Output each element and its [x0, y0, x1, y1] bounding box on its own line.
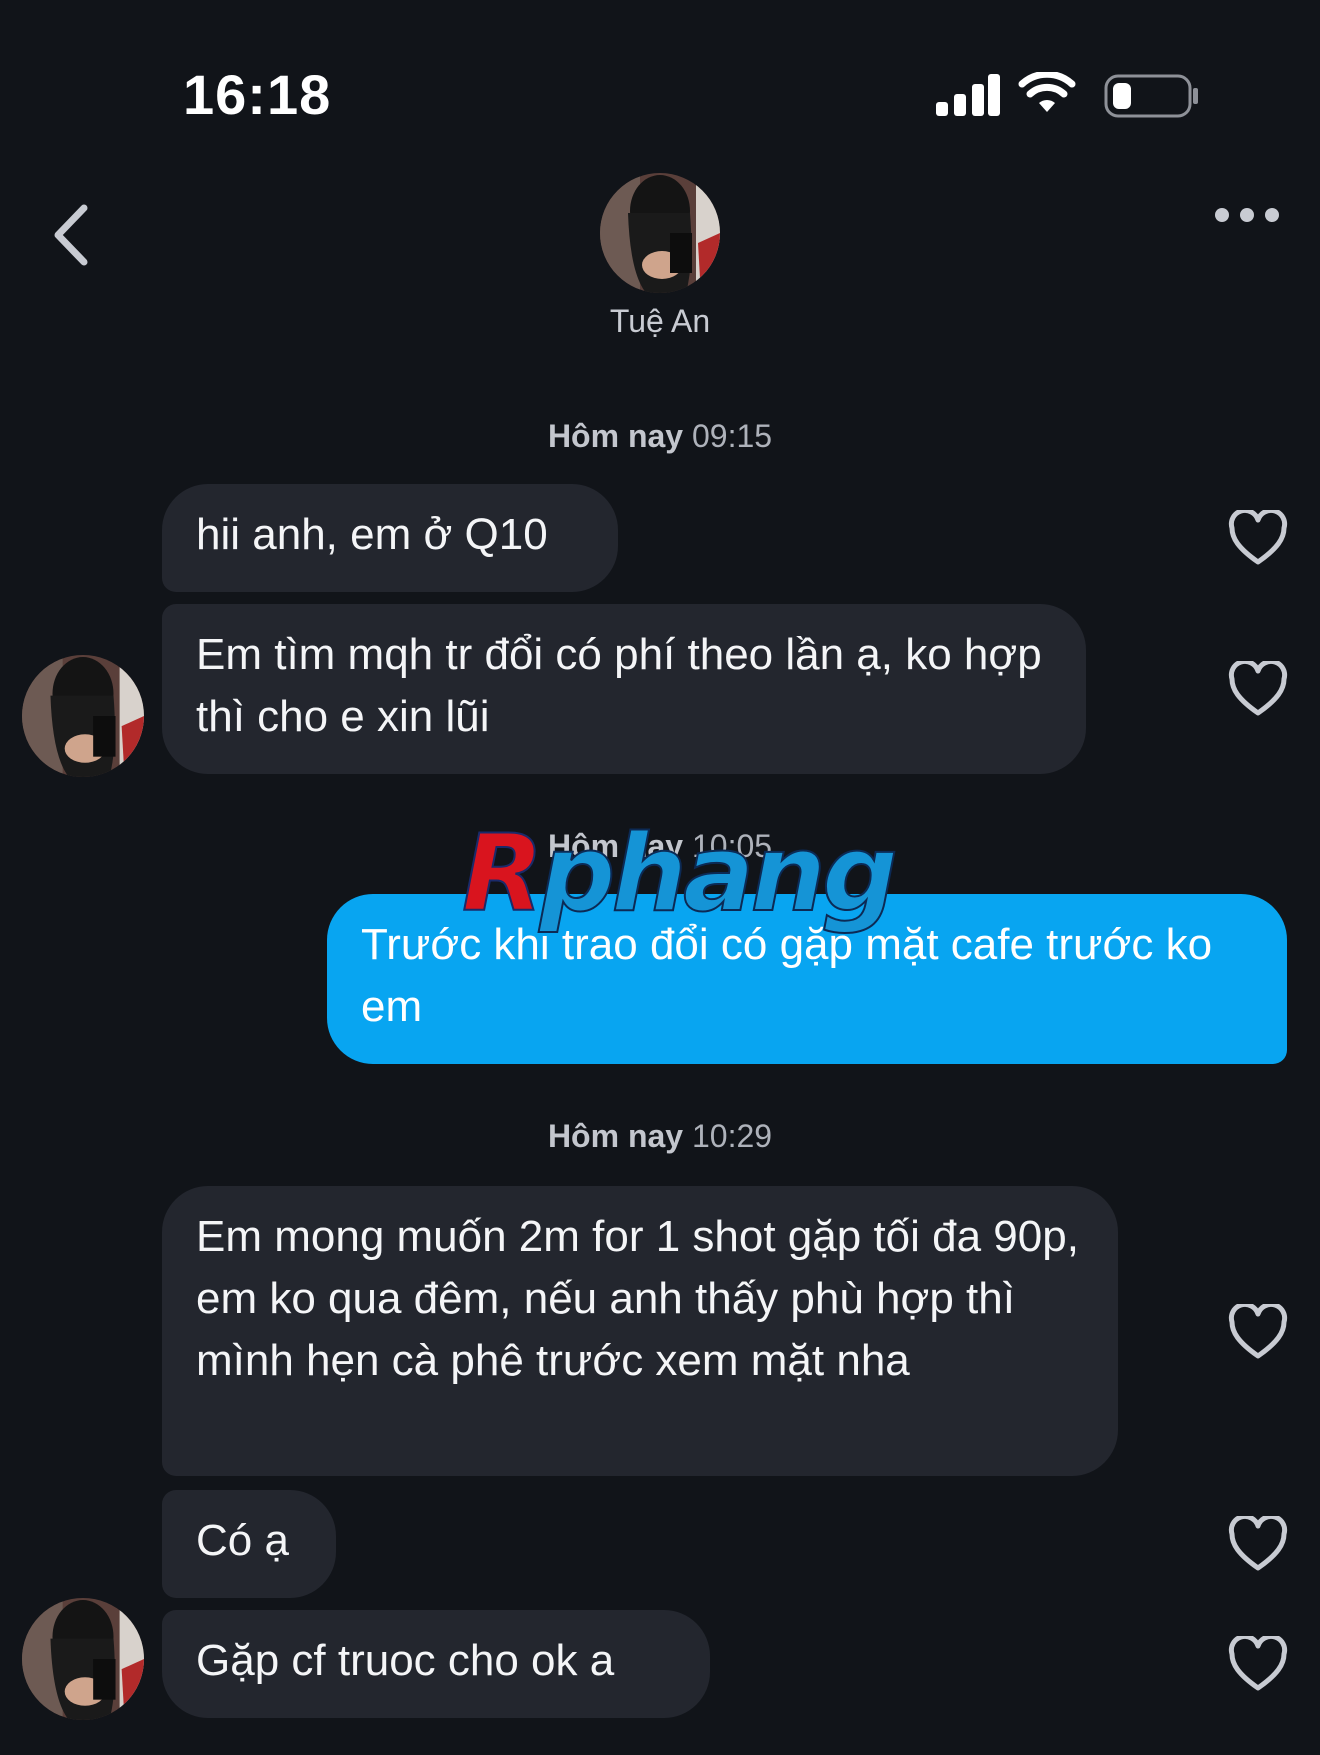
avatar-photo: [22, 1598, 144, 1720]
sender-avatar[interactable]: [22, 655, 144, 777]
like-button[interactable]: [1228, 1304, 1288, 1360]
like-button[interactable]: [1228, 661, 1288, 717]
avatar-photo: [600, 173, 720, 293]
timestamp: Hôm nay 09:15: [0, 418, 1320, 455]
status-time: 16:18: [183, 63, 332, 126]
message-text: Trước khi trao đổi có gặp mặt cafe trước…: [361, 920, 1213, 1031]
message-bubble-incoming[interactable]: Em mong muốn 2m for 1 shot gặp tối đa 90…: [162, 1186, 1118, 1476]
message-text: Em tìm mqh tr đổi có phí theo lần ạ, ko …: [196, 630, 1042, 741]
more-options-button[interactable]: [1212, 200, 1282, 230]
like-button[interactable]: [1228, 1636, 1288, 1692]
heart-outline-icon: [1228, 1304, 1288, 1359]
message-text: Có ạ: [196, 1516, 289, 1565]
sender-avatar[interactable]: [22, 1598, 144, 1720]
heart-outline-icon: [1228, 1636, 1288, 1691]
wifi-icon: [1018, 72, 1076, 112]
timestamp-day: Hôm nay: [547, 1118, 684, 1154]
message-text: Gặp cf truoc cho ok a: [196, 1636, 615, 1685]
contact-avatar[interactable]: [600, 173, 720, 293]
like-button[interactable]: [1228, 510, 1288, 566]
like-button[interactable]: [1228, 1516, 1288, 1572]
message-bubble-incoming[interactable]: hii anh, em ở Q10: [162, 484, 618, 592]
message-text: Em mong muốn 2m for 1 shot gặp tối đa 90…: [196, 1212, 1079, 1385]
timestamp-time: 09:15: [691, 418, 773, 454]
more-dots-icon: [1215, 208, 1279, 222]
back-button[interactable]: [48, 200, 98, 270]
message-bubble-incoming[interactable]: Gặp cf truoc cho ok a: [162, 1610, 710, 1718]
watermark-logo: Rphang: [461, 811, 899, 936]
cellular-signal-icon: [930, 70, 1000, 116]
chevron-left-icon: [54, 204, 88, 266]
avatar-photo: [22, 655, 144, 777]
message-bubble-incoming[interactable]: Có ạ: [162, 1490, 336, 1598]
battery-icon: [1104, 74, 1198, 118]
timestamp: Hôm nay 10:29: [0, 1118, 1320, 1155]
heart-outline-icon: [1228, 510, 1288, 565]
timestamp-day: Hôm nay: [547, 418, 684, 454]
heart-outline-icon: [1228, 661, 1288, 716]
message-text: hii anh, em ở Q10: [196, 510, 548, 559]
timestamp-time: 10:29: [691, 1118, 773, 1154]
contact-name[interactable]: Tuệ An: [0, 303, 1320, 340]
message-bubble-incoming[interactable]: Em tìm mqh tr đổi có phí theo lần ạ, ko …: [162, 604, 1086, 774]
heart-outline-icon: [1228, 1516, 1288, 1571]
